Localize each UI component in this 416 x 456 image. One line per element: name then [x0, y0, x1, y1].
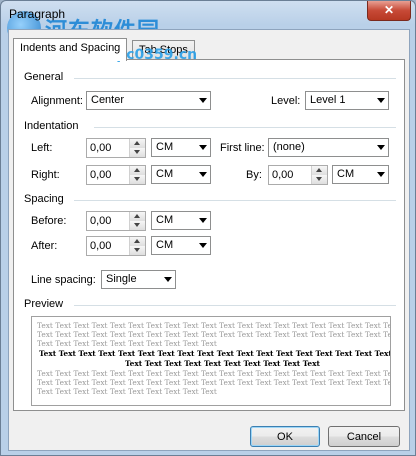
- left-indent-unit-select[interactable]: CM: [151, 138, 211, 157]
- level-value: Level 1: [310, 94, 346, 106]
- preview-line: Text Text Text Text Text Text Text Text …: [37, 387, 217, 396]
- spin-down-icon[interactable]: [130, 246, 145, 255]
- after-unit-select[interactable]: CM: [151, 236, 211, 255]
- alignment-value: Center: [91, 94, 125, 106]
- first-line-label: First line:: [220, 142, 265, 154]
- right-indent-unit-select[interactable]: CM: [151, 165, 211, 184]
- by-unit-select[interactable]: CM: [332, 165, 389, 184]
- chevron-down-icon: [199, 243, 207, 248]
- dialog-body: Indents and Spacing Tab Stops General Al…: [8, 29, 410, 451]
- before-value: 0,00: [90, 215, 112, 227]
- level-select[interactable]: Level 1: [305, 91, 389, 110]
- preview-line: Text Text Text Text Text Text Text Text …: [37, 369, 391, 378]
- preview-divider: [74, 305, 396, 306]
- by-label: By:: [246, 169, 262, 181]
- before-label: Before:: [31, 215, 67, 227]
- right-indent-label: Right:: [31, 169, 60, 181]
- left-indent-stepper[interactable]: 0,00: [86, 138, 146, 158]
- preview-heading: Preview: [24, 298, 64, 310]
- preview-line: Text Text Text Text Text Text Text Text …: [125, 359, 320, 368]
- after-stepper[interactable]: 0,00: [86, 236, 146, 256]
- left-indent-value: 0,00: [90, 142, 112, 154]
- before-stepper[interactable]: 0,00: [86, 211, 146, 231]
- by-value: 0,00: [272, 169, 294, 181]
- chevron-down-icon: [199, 145, 207, 150]
- first-line-value: (none): [273, 141, 305, 153]
- chevron-down-icon: [377, 172, 385, 177]
- after-value: 0,00: [90, 240, 112, 252]
- line-spacing-select[interactable]: Single: [101, 270, 176, 289]
- chevron-down-icon: [164, 277, 172, 282]
- spin-down-icon[interactable]: [130, 175, 145, 184]
- close-button[interactable]: ✕: [367, 1, 411, 21]
- general-divider: [74, 78, 396, 79]
- spin-down-icon[interactable]: [130, 221, 145, 230]
- left-indent-unit: CM: [156, 141, 174, 153]
- indentation-divider: [94, 127, 396, 128]
- spacing-heading: Spacing: [24, 193, 64, 205]
- after-label: After:: [31, 240, 58, 252]
- first-line-select[interactable]: (none): [268, 138, 389, 157]
- cancel-button[interactable]: Cancel: [328, 426, 400, 447]
- chevron-down-icon: [199, 172, 207, 177]
- before-unit: CM: [156, 214, 174, 226]
- after-unit: CM: [156, 239, 174, 251]
- preview-line: Text Text Text Text Text Text Text Text …: [39, 349, 391, 358]
- chevron-down-icon: [199, 98, 207, 103]
- preview-line: Text Text Text Text Text Text Text Text …: [37, 339, 217, 348]
- chevron-down-icon: [377, 145, 385, 150]
- preview-line: Text Text Text Text Text Text Text Text …: [37, 330, 391, 339]
- preview-line: Text Text Text Text Text Text Text Text …: [37, 321, 391, 330]
- tab-panel: General Alignment: Center Level: Level 1…: [13, 59, 405, 411]
- preview-pane: Text Text Text Text Text Text Text Text …: [31, 316, 391, 406]
- right-indent-unit: CM: [156, 168, 174, 180]
- preview-line: Text Text Text Text Text Text Text Text …: [37, 378, 391, 387]
- left-indent-label: Left:: [31, 142, 53, 154]
- ok-button[interactable]: OK: [250, 426, 320, 447]
- spacing-divider: [74, 200, 396, 201]
- alignment-select[interactable]: Center: [86, 91, 211, 110]
- spin-down-icon[interactable]: [130, 148, 145, 157]
- paragraph-dialog: Paragraph 河东软件园 ✕ Indents and Spacing Ta…: [0, 0, 416, 456]
- alignment-label: Alignment:: [31, 95, 83, 107]
- line-spacing-label: Line spacing:: [31, 274, 96, 286]
- indentation-heading: Indentation: [24, 120, 79, 132]
- by-unit: CM: [337, 168, 355, 180]
- right-indent-value: 0,00: [90, 169, 112, 181]
- level-label: Level:: [271, 95, 301, 107]
- title-bar[interactable]: Paragraph 河东软件园 ✕: [1, 1, 415, 45]
- chevron-down-icon: [199, 218, 207, 223]
- before-unit-select[interactable]: CM: [151, 211, 211, 230]
- general-heading: General: [24, 71, 64, 83]
- spin-down-icon[interactable]: [312, 175, 327, 184]
- by-stepper[interactable]: 0,00: [268, 165, 328, 185]
- chevron-down-icon: [377, 98, 385, 103]
- right-indent-stepper[interactable]: 0,00: [86, 165, 146, 185]
- line-spacing-value: Single: [106, 273, 137, 285]
- tab-indents-and-spacing[interactable]: Indents and Spacing: [13, 38, 128, 61]
